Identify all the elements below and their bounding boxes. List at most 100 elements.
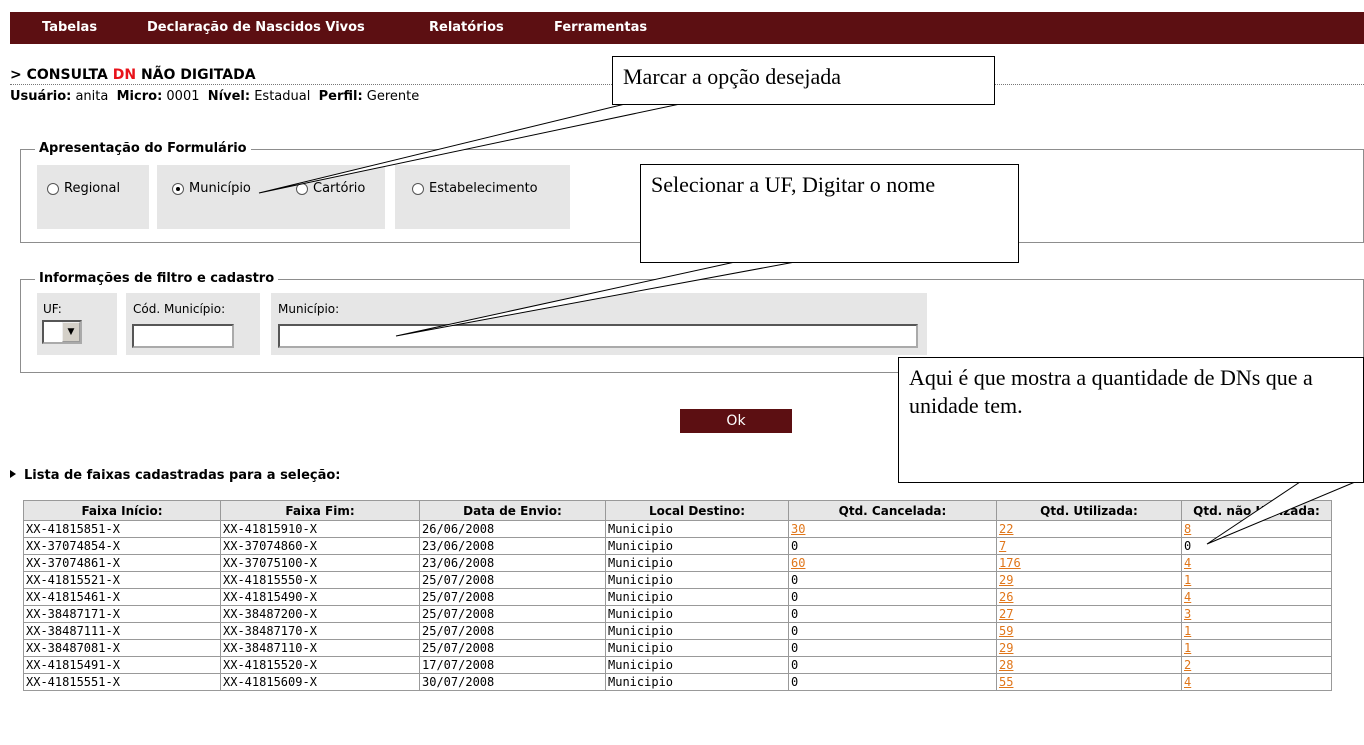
cell-qtd-cancelada: 0 bbox=[788, 571, 997, 589]
link-qtd-nao-utilizada[interactable]: 2 bbox=[1184, 658, 1191, 672]
filter-legend: Informações de filtro e cadastro bbox=[35, 271, 279, 286]
radio-regional-dot[interactable] bbox=[47, 182, 59, 195]
radio-regional[interactable]: Regional bbox=[47, 181, 120, 196]
cell-qtd-cancelada: 60 bbox=[788, 554, 997, 572]
radio-municipio[interactable]: Município bbox=[172, 181, 251, 196]
cell-faixa-inicio: XX-41815521-X bbox=[23, 571, 221, 589]
cell-faixa-inicio: XX-41815851-X bbox=[23, 520, 221, 538]
menu-declaracao-nascidos-vivos[interactable]: Declaração de Nascidos Vivos bbox=[147, 20, 365, 35]
cell-local-destino: Municipio bbox=[605, 622, 789, 640]
cell-local-destino: Municipio bbox=[605, 605, 789, 623]
list-heading: Lista de faixas cadastradas para a seleç… bbox=[10, 468, 341, 483]
cell-qtd-nao-utilizada: 1 bbox=[1181, 622, 1332, 640]
cell-qtd-nao-utilizada: 4 bbox=[1181, 588, 1332, 606]
link-qtd-nao-utilizada[interactable]: 1 bbox=[1184, 641, 1191, 655]
form-presentation-legend: Apresentação do Formulário bbox=[35, 141, 251, 156]
menu-relatorios[interactable]: Relatórios bbox=[429, 20, 504, 35]
municipio-input[interactable] bbox=[278, 324, 918, 348]
link-qtd-utilizada[interactable]: 55 bbox=[999, 675, 1013, 689]
menu-bar: Tabelas Declaração de Nascidos Vivos Rel… bbox=[10, 12, 1364, 44]
municipio-label: Município: bbox=[278, 302, 340, 316]
link-qtd-nao-utilizada[interactable]: 4 bbox=[1184, 556, 1191, 570]
cell-local-destino: Municipio bbox=[605, 571, 789, 589]
uf-label: UF: bbox=[43, 302, 62, 316]
cell-qtd-cancelada: 0 bbox=[788, 656, 997, 674]
link-qtd-utilizada[interactable]: 22 bbox=[999, 522, 1013, 536]
link-qtd-utilizada[interactable]: 29 bbox=[999, 573, 1013, 587]
cell-qtd-nao-utilizada: 1 bbox=[1181, 639, 1332, 657]
cell-qtd-nao-utilizada: 4 bbox=[1181, 554, 1332, 572]
menu-ferramentas[interactable]: Ferramentas bbox=[554, 20, 647, 35]
cell-faixa-inicio: XX-37074861-X bbox=[23, 554, 221, 572]
cell-data-envio: 25/07/2008 bbox=[419, 639, 606, 657]
user-info-line: Usuário: anita Micro: 0001 Nível: Estadu… bbox=[10, 89, 419, 104]
cell-faixa-inicio: XX-38487111-X bbox=[23, 622, 221, 640]
menu-tabelas[interactable]: Tabelas bbox=[42, 20, 97, 35]
user-value: anita bbox=[75, 89, 109, 104]
triangle-right-icon bbox=[10, 470, 16, 478]
cod-municipio-label: Cód. Município: bbox=[133, 302, 226, 316]
link-qtd-utilizada[interactable]: 59 bbox=[999, 624, 1013, 638]
radio-municipio-dot[interactable] bbox=[172, 182, 184, 195]
uf-select[interactable]: ▼ bbox=[42, 320, 82, 344]
table-row: XX-37074861-X XX-37075100-X 23/06/2008 Muni… bbox=[23, 554, 1332, 572]
radio-municipio-label: Município bbox=[189, 181, 251, 196]
radio-cartorio-dot[interactable] bbox=[296, 182, 308, 195]
link-qtd-utilizada[interactable]: 176 bbox=[999, 556, 1021, 570]
link-qtd-nao-utilizada[interactable]: 8 bbox=[1184, 522, 1191, 536]
cell-faixa-inicio: XX-41815461-X bbox=[23, 588, 221, 606]
radio-estabelecimento[interactable]: Estabelecimento bbox=[412, 181, 538, 196]
cell-qtd-nao-utilizada: 1 bbox=[1181, 571, 1332, 589]
cell-qtd-cancelada: 0 bbox=[788, 639, 997, 657]
link-qtd-utilizada[interactable]: 28 bbox=[999, 658, 1013, 672]
ranges-table: Faixa Início: Faixa Fim: Data de Envio: … bbox=[23, 500, 1332, 691]
user-label: Usuário: bbox=[10, 89, 72, 104]
cell-faixa-fim: XX-41815490-X bbox=[220, 588, 420, 606]
link-qtd-cancelada[interactable]: 30 bbox=[791, 522, 805, 536]
link-qtd-nao-utilizada[interactable]: 1 bbox=[1184, 573, 1191, 587]
cell-qtd-utilizada: 28 bbox=[996, 656, 1182, 674]
cell-qtd-utilizada: 55 bbox=[996, 673, 1182, 691]
radio-estabelecimento-label: Estabelecimento bbox=[429, 181, 538, 196]
micro-value: 0001 bbox=[166, 89, 200, 104]
radio-cartorio-label: Cartório bbox=[313, 181, 366, 196]
cell-faixa-fim: XX-41815609-X bbox=[220, 673, 420, 691]
cell-qtd-nao-utilizada: 0 bbox=[1181, 537, 1332, 555]
chevron-down-icon[interactable]: ▼ bbox=[62, 322, 80, 342]
col-faixa-fim: Faixa Fim: bbox=[220, 500, 420, 521]
cell-faixa-fim: XX-41815550-X bbox=[220, 571, 420, 589]
callout-quantity-info: Aqui é que mostra a quantidade de DNs qu… bbox=[898, 357, 1364, 483]
link-qtd-nao-utilizada[interactable]: 4 bbox=[1184, 675, 1191, 689]
table-row: XX-41815461-X XX-41815490-X 25/07/2008 Muni… bbox=[23, 588, 1332, 606]
cell-qtd-cancelada: 0 bbox=[788, 673, 997, 691]
link-qtd-cancelada[interactable]: 60 bbox=[791, 556, 805, 570]
cell-qtd-utilizada: 26 bbox=[996, 588, 1182, 606]
title-dn: DN bbox=[112, 67, 137, 83]
link-qtd-nao-utilizada[interactable]: 1 bbox=[1184, 624, 1191, 638]
radio-estabelecimento-dot[interactable] bbox=[412, 182, 424, 195]
cell-data-envio: 26/06/2008 bbox=[419, 520, 606, 538]
cell-local-destino: Municipio bbox=[605, 656, 789, 674]
cell-qtd-cancelada: 0 bbox=[788, 622, 997, 640]
link-qtd-nao-utilizada[interactable]: 3 bbox=[1184, 607, 1191, 621]
ok-button[interactable]: Ok bbox=[680, 409, 792, 433]
cell-faixa-inicio: XX-41815551-X bbox=[23, 673, 221, 691]
col-qtd-cancelada: Qtd. Cancelada: bbox=[788, 500, 997, 521]
cell-qtd-cancelada: 0 bbox=[788, 605, 997, 623]
link-qtd-utilizada[interactable]: 27 bbox=[999, 607, 1013, 621]
cell-qtd-cancelada: 0 bbox=[788, 537, 997, 555]
link-qtd-utilizada[interactable]: 26 bbox=[999, 590, 1013, 604]
col-faixa-inicio: Faixa Início: bbox=[23, 500, 221, 521]
callout-select-option: Marcar a opção desejada bbox=[612, 56, 995, 105]
cell-faixa-inicio: XX-41815491-X bbox=[23, 656, 221, 674]
cod-municipio-input[interactable] bbox=[132, 324, 234, 348]
link-qtd-utilizada[interactable]: 29 bbox=[999, 641, 1013, 655]
cell-local-destino: Municipio bbox=[605, 673, 789, 691]
list-title: Lista de faixas cadastradas para a seleç… bbox=[24, 468, 341, 483]
table-row: XX-41815551-X XX-41815609-X 30/07/2008 Muni… bbox=[23, 673, 1332, 691]
link-qtd-nao-utilizada[interactable]: 4 bbox=[1184, 590, 1191, 604]
col-data-envio: Data de Envio: bbox=[419, 500, 606, 521]
page-title: > CONSULTA DN NÃO DIGITADA bbox=[10, 67, 256, 83]
radio-cartorio[interactable]: Cartório bbox=[296, 181, 365, 196]
link-qtd-utilizada[interactable]: 7 bbox=[999, 539, 1006, 553]
